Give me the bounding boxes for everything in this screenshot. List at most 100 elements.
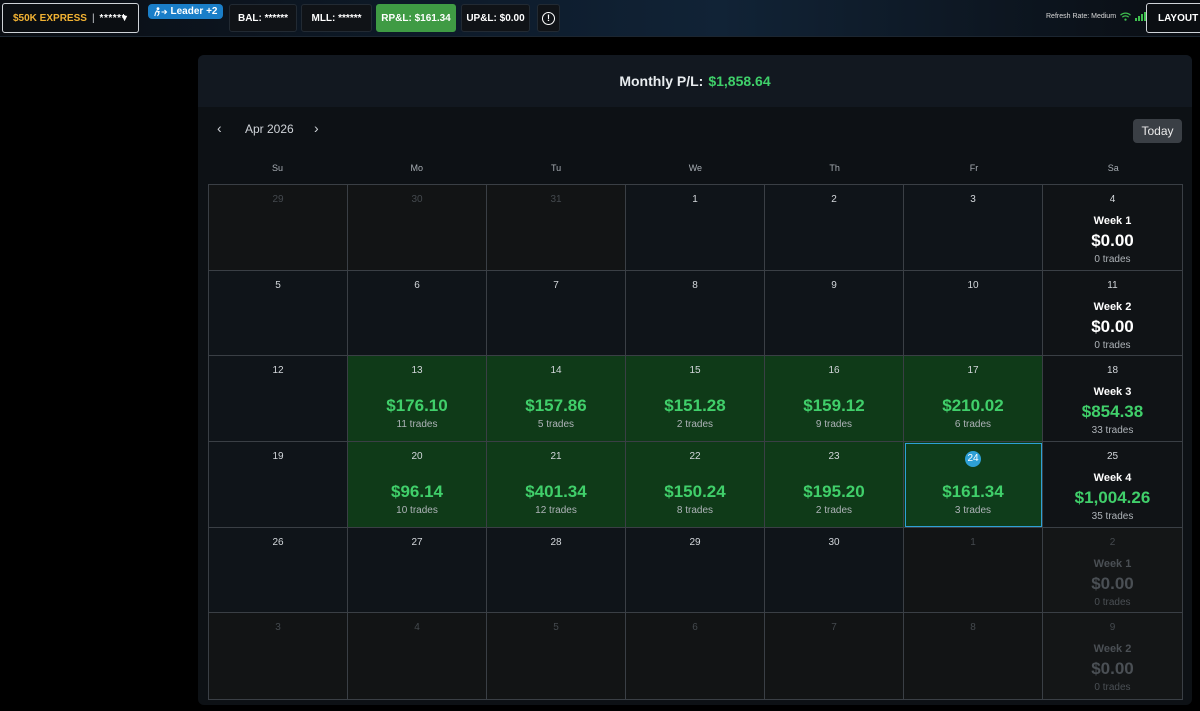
day-trade-count: 2 trades xyxy=(676,419,714,431)
monthly-pnl-label: Monthly P/L: xyxy=(619,73,704,89)
day-cell[interactable]: 15 $151.28 2 trades xyxy=(626,356,765,442)
day-cell[interactable]: 13 $176.10 11 trades xyxy=(348,356,487,442)
day-cell[interactable]: 28 xyxy=(487,527,626,614)
week-trade-count: 0 trades xyxy=(1094,682,1131,694)
day-cell[interactable]: 22 $150.24 8 trades xyxy=(626,441,765,528)
week-label: Week 3 xyxy=(1093,386,1132,399)
day-cell[interactable]: 5 xyxy=(209,270,348,357)
day-trade-count: 8 trades xyxy=(676,504,714,516)
day-cell[interactable]: 8 xyxy=(904,613,1043,699)
day-cell[interactable]: 1 xyxy=(626,185,765,271)
day-cell[interactable]: 16 $159.12 9 trades xyxy=(765,356,904,442)
day-cell[interactable]: 7 xyxy=(765,613,904,699)
monthly-pnl-header: Monthly P/L: $1,858.64 xyxy=(198,55,1192,107)
prev-month-button[interactable]: ‹ xyxy=(217,120,222,136)
balance-label: BAL: ****** xyxy=(237,12,288,24)
day-number: 17 xyxy=(967,365,979,377)
day-number: 2 xyxy=(1109,536,1116,548)
week-label: Week 1 xyxy=(1093,557,1132,570)
info-button[interactable]: ! xyxy=(537,4,560,32)
day-cell[interactable]: 30 xyxy=(348,185,487,271)
day-number: 6 xyxy=(692,622,698,634)
day-cell[interactable]: 31 xyxy=(487,185,626,271)
today-button[interactable]: Today xyxy=(1133,119,1182,143)
pnl-calendar-panel: Monthly P/L: $1,858.64 ‹ Apr 2026 › Toda… xyxy=(198,55,1192,705)
day-cell[interactable]: 3 xyxy=(904,185,1043,271)
day-cell[interactable]: 29 xyxy=(209,185,348,271)
day-number: 3 xyxy=(970,194,976,205)
weekday-sa: Sa xyxy=(1107,163,1119,173)
week-summary-cell[interactable]: 9 Week 2 $0.00 0 trades xyxy=(1043,613,1182,699)
account-selector[interactable]: $50K EXPRESS | ****** ▼ xyxy=(2,3,139,33)
day-pnl: $150.24 xyxy=(664,481,726,501)
balance-pill[interactable]: BAL: ****** xyxy=(229,4,297,32)
day-pnl: $176.10 xyxy=(386,396,448,416)
week-pnl: $0.00 xyxy=(1091,659,1134,679)
day-number: 9 xyxy=(1109,622,1116,634)
week-trade-count: 0 trades xyxy=(1094,254,1131,265)
week-label: Week 2 xyxy=(1093,643,1132,656)
day-cell[interactable]: 26 xyxy=(209,527,348,614)
day-cell[interactable]: 3 xyxy=(209,613,348,699)
leader-badge[interactable]: Leader +2 xyxy=(148,4,223,19)
day-cell[interactable]: 19 xyxy=(209,441,348,528)
day-cell[interactable]: 27 xyxy=(348,527,487,614)
weekday-mo: Mo xyxy=(410,163,424,173)
copy-trade-icon xyxy=(153,6,167,16)
realized-pnl-pill[interactable]: RP&L: $161.34 xyxy=(376,4,456,32)
mll-pill[interactable]: MLL: ****** xyxy=(301,4,372,32)
weekday-th: Th xyxy=(829,163,840,173)
day-number: 23 xyxy=(828,450,840,462)
day-cell[interactable]: 14 $157.86 5 trades xyxy=(487,356,626,442)
day-pnl: $401.34 xyxy=(525,481,587,501)
week-summary-cell[interactable]: 11 Week 2 $0.00 0 trades xyxy=(1043,270,1182,357)
week-pnl: $0.00 xyxy=(1091,231,1134,250)
week-pnl: $854.38 xyxy=(1081,402,1144,422)
day-cell[interactable]: 24 $161.34 3 trades xyxy=(904,441,1043,528)
day-cell[interactable]: 29 xyxy=(626,527,765,614)
day-cell[interactable]: 8 xyxy=(626,270,765,357)
day-cell[interactable]: 5 xyxy=(487,613,626,699)
day-cell[interactable]: 21 $401.34 12 trades xyxy=(487,441,626,528)
day-cell[interactable]: 10 xyxy=(904,270,1043,357)
week-pnl: $0.00 xyxy=(1091,573,1134,593)
day-trade-count: 12 trades xyxy=(535,504,577,516)
signal-bars-icon xyxy=(1135,12,1147,21)
week-pnl: $0.00 xyxy=(1091,316,1134,336)
day-number: 9 xyxy=(831,279,837,291)
day-cell[interactable]: 23 $195.20 2 trades xyxy=(765,441,904,528)
day-cell[interactable]: 9 xyxy=(765,270,904,357)
week-trade-count: 0 trades xyxy=(1094,339,1131,351)
day-number: 16 xyxy=(828,365,840,377)
week-summary-cell[interactable]: 2 Week 1 $0.00 0 trades xyxy=(1043,527,1182,614)
day-number: 20 xyxy=(411,450,423,462)
week-label: Week 1 xyxy=(1093,215,1132,227)
day-cell[interactable]: 7 xyxy=(487,270,626,357)
day-cell[interactable]: 30 xyxy=(765,527,904,614)
day-trade-count: 6 trades xyxy=(954,419,992,431)
day-cell[interactable]: 4 xyxy=(348,613,487,699)
chevron-down-icon: ▼ xyxy=(120,13,129,23)
week-summary-cell[interactable]: 4 Week 1 $0.00 0 trades xyxy=(1043,185,1182,271)
week-summary-cell[interactable]: 25 Week 4 $1,004.26 35 trades xyxy=(1043,441,1182,528)
mll-label: MLL: ****** xyxy=(311,12,362,24)
next-month-button[interactable]: › xyxy=(314,120,319,136)
leader-label: Leader +2 xyxy=(170,6,218,17)
week-summary-cell[interactable]: 18 Week 3 $854.38 33 trades xyxy=(1043,356,1182,442)
day-trade-count: 2 trades xyxy=(815,504,853,516)
top-bar: $50K EXPRESS | ****** ▼ Leader +2 BAL: *… xyxy=(0,0,1200,37)
day-cell[interactable]: 6 xyxy=(348,270,487,357)
day-cell[interactable]: 1 xyxy=(904,527,1043,614)
week-trade-count: 0 trades xyxy=(1094,596,1131,608)
refresh-rate-indicator[interactable]: Refresh Rate: Medium xyxy=(1046,12,1147,21)
day-cell[interactable]: 6 xyxy=(626,613,765,699)
layout-button[interactable]: LAYOUT | © xyxy=(1146,3,1200,33)
day-cell[interactable]: 2 xyxy=(765,185,904,271)
day-cell[interactable]: 20 $96.14 10 trades xyxy=(348,441,487,528)
month-label: Apr 2026 xyxy=(245,122,294,136)
day-number: 13 xyxy=(411,365,423,377)
unrealized-pnl-pill[interactable]: UP&L: $0.00 xyxy=(461,4,530,32)
day-cell[interactable]: 17 $210.02 6 trades xyxy=(904,356,1043,442)
day-cell[interactable]: 12 xyxy=(209,356,348,442)
day-number: 28 xyxy=(550,536,562,548)
